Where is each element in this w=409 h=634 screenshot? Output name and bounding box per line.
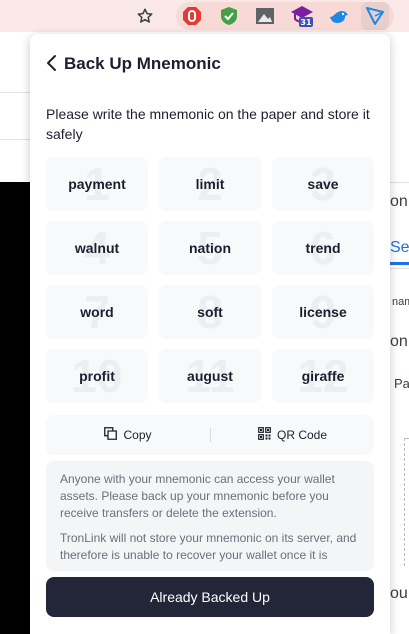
- mnemonic-word-cell[interactable]: 11 august: [159, 349, 261, 403]
- mnemonic-word-cell[interactable]: 8 soft: [159, 285, 261, 339]
- mnemonic-word: word: [80, 304, 114, 320]
- bird-icon[interactable]: [327, 4, 351, 28]
- background-text: ou: [390, 585, 408, 602]
- qr-code-icon: [258, 427, 271, 443]
- background-dark-panel: [0, 182, 30, 634]
- mnemonic-word: limit: [195, 176, 225, 192]
- copy-label: Copy: [123, 428, 152, 442]
- background-text: on: [390, 333, 408, 350]
- shield-icon[interactable]: [217, 4, 241, 28]
- mnemonic-word: license: [299, 304, 347, 320]
- background-tab-label[interactable]: Ser: [390, 239, 409, 257]
- mnemonic-word-cell[interactable]: 9 license: [272, 285, 374, 339]
- notice-paragraph: Anyone with your mnemonic can access you…: [60, 472, 335, 520]
- mnemonic-word-cell[interactable]: 2 limit: [159, 157, 261, 211]
- mnemonic-word: save: [307, 176, 339, 192]
- mnemonic-word: payment: [68, 176, 126, 192]
- mnemonic-word: soft: [197, 304, 223, 320]
- bookmark-star-icon[interactable]: [133, 4, 157, 28]
- mnemonic-word-cell[interactable]: 10 profit: [46, 349, 148, 403]
- mnemonic-word-cell[interactable]: 4 walnut: [46, 221, 148, 275]
- background-text: Pa: [394, 376, 409, 391]
- popup-header: Back Up Mnemonic: [30, 34, 390, 98]
- mnemonic-word-cell[interactable]: 1 payment: [46, 157, 148, 211]
- copy-icon: [104, 427, 118, 443]
- mnemonic-word: august: [187, 368, 233, 384]
- already-backed-up-button[interactable]: Already Backed Up: [46, 577, 374, 617]
- mnemonic-actions-bar: Copy QR Code: [46, 415, 374, 455]
- background-divider: [388, 268, 409, 269]
- browser-toolbar: 31: [0, 0, 409, 32]
- mnemonic-word: walnut: [74, 240, 120, 256]
- background-text: on: [390, 193, 408, 210]
- graduation-cap-icon[interactable]: 31: [290, 4, 314, 28]
- qr-code-button[interactable]: QR Code: [211, 415, 374, 455]
- mnemonic-word-cell[interactable]: 12 giraffe: [272, 349, 374, 403]
- instruction-text: Please write the mnemonic on the paper a…: [46, 106, 370, 142]
- tronlink-icon[interactable]: [361, 2, 389, 30]
- mnemonic-word-cell[interactable]: 5 nation: [159, 221, 261, 275]
- mnemonic-word: profit: [79, 368, 115, 384]
- chevron-left-icon: [45, 54, 57, 77]
- svg-text:31: 31: [300, 18, 312, 27]
- mnemonic-word-cell[interactable]: 3 save: [272, 157, 374, 211]
- security-notice: Anyone with your mnemonic can access you…: [46, 461, 374, 571]
- mnemonic-word: giraffe: [301, 368, 345, 384]
- qr-code-label: QR Code: [276, 428, 328, 442]
- mnemonic-backup-popup: Back Up Mnemonic Please write the mnemon…: [30, 34, 390, 634]
- adblock-icon[interactable]: [180, 4, 204, 28]
- mnemonic-word: trend: [305, 240, 341, 256]
- background-dashed-box: [404, 438, 409, 566]
- notice-paragraph: TronLink will not store your mnemonic on…: [60, 531, 357, 562]
- mnemonic-word-cell[interactable]: 7 word: [46, 285, 148, 339]
- background-text: nam: [392, 296, 409, 308]
- back-button[interactable]: [40, 54, 62, 76]
- mnemonic-word-cell[interactable]: 6 trend: [272, 221, 374, 275]
- copy-button[interactable]: Copy: [46, 415, 210, 455]
- mnemonic-word: nation: [189, 240, 231, 256]
- background-tab-indicator: [388, 262, 409, 265]
- page-title: Back Up Mnemonic: [64, 54, 221, 73]
- background-divider: [388, 182, 409, 183]
- image-icon[interactable]: [253, 4, 277, 28]
